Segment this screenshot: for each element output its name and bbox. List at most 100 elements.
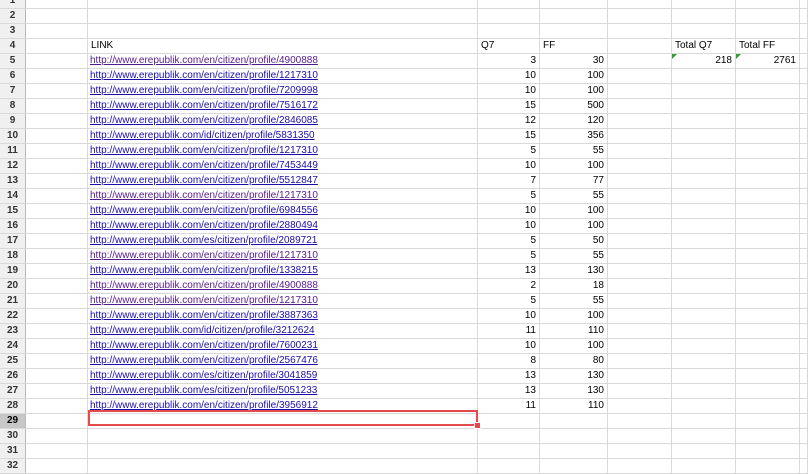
cell[interactable] (800, 219, 808, 233)
ff-value[interactable]: 110 (540, 399, 608, 413)
q7-value[interactable]: 11 (478, 399, 540, 413)
cell[interactable] (608, 294, 672, 308)
profile-link[interactable]: http://www.erepublik.com/en/citizen/prof… (90, 220, 318, 231)
cell[interactable] (88, 429, 478, 443)
q7-value[interactable]: 8 (478, 354, 540, 368)
row-header[interactable]: 7 (0, 84, 26, 98)
profile-link[interactable]: http://www.erepublik.com/id/citizen/prof… (90, 325, 315, 336)
ff-value[interactable]: 18 (540, 279, 608, 293)
cell[interactable] (88, 444, 478, 458)
cell[interactable] (608, 234, 672, 248)
profile-link[interactable]: http://www.erepublik.com/en/citizen/prof… (90, 280, 318, 291)
cell[interactable] (478, 429, 540, 443)
cell[interactable] (672, 294, 736, 308)
q7-value[interactable]: 10 (478, 339, 540, 353)
ff-value[interactable]: 100 (540, 69, 608, 83)
cell[interactable] (736, 339, 800, 353)
cell[interactable] (672, 354, 736, 368)
cell[interactable] (736, 384, 800, 398)
cell[interactable] (26, 129, 88, 143)
cell[interactable] (672, 339, 736, 353)
cell[interactable] (26, 399, 88, 413)
q7-value[interactable]: 7 (478, 174, 540, 188)
cell[interactable] (800, 309, 808, 323)
cell[interactable] (736, 369, 800, 383)
profile-link[interactable]: http://www.erepublik.com/en/citizen/prof… (90, 100, 318, 111)
cell[interactable] (478, 444, 540, 458)
q7-value[interactable]: 5 (478, 234, 540, 248)
cell[interactable] (736, 204, 800, 218)
row-header[interactable]: 1 (0, 0, 26, 8)
cell[interactable] (800, 174, 808, 188)
column-header-total-q7[interactable]: Total Q7 (672, 39, 736, 53)
cell[interactable] (26, 204, 88, 218)
cell[interactable] (672, 324, 736, 338)
ff-value[interactable]: 130 (540, 264, 608, 278)
q7-value[interactable]: 13 (478, 264, 540, 278)
cell[interactable] (88, 459, 478, 473)
cell[interactable] (736, 249, 800, 263)
cell[interactable] (672, 234, 736, 248)
cell[interactable] (800, 69, 808, 83)
cell[interactable] (800, 414, 808, 428)
cell[interactable] (672, 69, 736, 83)
cell[interactable] (540, 444, 608, 458)
cell[interactable] (736, 429, 800, 443)
row-header[interactable]: 4 (0, 39, 26, 53)
cell[interactable] (88, 0, 478, 8)
cell[interactable] (26, 369, 88, 383)
cell[interactable] (26, 339, 88, 353)
cell[interactable]: http://www.erepublik.com/en/citizen/prof… (88, 204, 478, 218)
q7-value[interactable]: 11 (478, 324, 540, 338)
ff-value[interactable]: 500 (540, 99, 608, 113)
cell[interactable] (608, 414, 672, 428)
row-header[interactable]: 25 (0, 354, 26, 368)
cell[interactable] (672, 429, 736, 443)
ff-value[interactable]: 100 (540, 339, 608, 353)
cell[interactable] (26, 249, 88, 263)
profile-link[interactable]: http://www.erepublik.com/en/citizen/prof… (90, 265, 318, 276)
ff-value[interactable]: 50 (540, 234, 608, 248)
cell[interactable] (800, 339, 808, 353)
cell[interactable] (800, 189, 808, 203)
ff-value[interactable]: 100 (540, 204, 608, 218)
cell[interactable] (608, 249, 672, 263)
cell[interactable] (26, 429, 88, 443)
cell[interactable] (736, 144, 800, 158)
cell[interactable]: http://www.erepublik.com/en/citizen/prof… (88, 354, 478, 368)
cell[interactable] (540, 429, 608, 443)
cell[interactable] (26, 384, 88, 398)
ff-value[interactable]: 80 (540, 354, 608, 368)
cell[interactable] (736, 234, 800, 248)
cell[interactable] (608, 279, 672, 293)
cell[interactable] (672, 309, 736, 323)
row-header[interactable]: 10 (0, 129, 26, 143)
cell[interactable]: http://www.erepublik.com/es/citizen/prof… (88, 369, 478, 383)
row-header[interactable]: 26 (0, 369, 26, 383)
q7-value[interactable]: 10 (478, 219, 540, 233)
cell[interactable] (736, 399, 800, 413)
q7-value[interactable]: 10 (478, 69, 540, 83)
cell[interactable] (608, 114, 672, 128)
cell[interactable] (26, 444, 88, 458)
cell[interactable]: http://www.erepublik.com/en/citizen/prof… (88, 54, 478, 68)
row-header[interactable]: 28 (0, 399, 26, 413)
cell[interactable] (672, 279, 736, 293)
cell[interactable] (800, 84, 808, 98)
row-header[interactable]: 3 (0, 24, 26, 38)
cell[interactable] (540, 414, 608, 428)
ff-value[interactable]: 120 (540, 114, 608, 128)
cell[interactable] (736, 219, 800, 233)
cell[interactable] (672, 114, 736, 128)
cell[interactable] (478, 0, 540, 8)
cell[interactable] (608, 129, 672, 143)
cell[interactable] (608, 309, 672, 323)
q7-value[interactable]: 10 (478, 204, 540, 218)
row-header[interactable]: 30 (0, 429, 26, 443)
cell[interactable] (800, 249, 808, 263)
cell[interactable] (26, 309, 88, 323)
cell[interactable] (26, 414, 88, 428)
ff-value[interactable]: 100 (540, 219, 608, 233)
cell[interactable]: http://www.erepublik.com/es/citizen/prof… (88, 384, 478, 398)
cell[interactable] (736, 0, 800, 8)
